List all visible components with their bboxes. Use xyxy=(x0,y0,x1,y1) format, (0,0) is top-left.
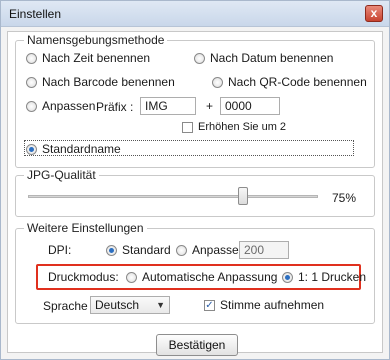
language-value: Deutsch xyxy=(95,298,140,312)
by-qrcode-label: Nach QR-Code benennen xyxy=(228,75,367,89)
radio-button-icon xyxy=(26,100,37,112)
naming-method-legend: Namensgebungsmethode xyxy=(24,33,168,47)
language-select[interactable]: Deutsch ▼ xyxy=(90,296,170,314)
radio-custom[interactable]: Anpassen xyxy=(26,99,95,113)
radio-dpi-standard[interactable]: Standard xyxy=(106,243,171,257)
print-mode-label: Druckmodus: xyxy=(48,270,119,284)
plus-label: + xyxy=(206,99,214,113)
dialog-body: Namensgebungsmethode Nach Zeit benennen … xyxy=(7,31,383,356)
radio-selected-icon xyxy=(282,271,293,283)
dpi-label: DPI: xyxy=(48,243,72,257)
prefix-input[interactable]: IMG xyxy=(140,97,196,115)
jpg-quality-value: 75% xyxy=(332,191,357,205)
radio-by-qrcode[interactable]: Nach QR-Code benennen xyxy=(212,75,367,89)
jpg-quality-slider-thumb[interactable] xyxy=(238,187,248,205)
radio-by-barcode[interactable]: Nach Barcode benennen xyxy=(26,75,175,89)
chevron-down-icon: ▼ xyxy=(156,300,165,310)
radio-print-auto[interactable]: Automatische Anpassung xyxy=(126,270,277,284)
increment-checkbox[interactable]: Erhöhen Sie um 2 xyxy=(182,121,286,133)
radio-by-date[interactable]: Nach Datum benennen xyxy=(194,51,333,65)
close-icon: x xyxy=(370,6,378,20)
radio-button-icon xyxy=(26,76,37,88)
naming-method-group: Namensgebungsmethode Nach Zeit benennen … xyxy=(15,33,375,168)
jpg-quality-slider-track[interactable] xyxy=(28,195,318,198)
default-name-label: Standardname xyxy=(42,142,121,156)
record-voice-checkbox[interactable]: ✓ Stimme aufnehmen xyxy=(204,298,324,312)
prefix-label: Präfix : xyxy=(96,100,134,114)
dpi-custom-label: Anpassen xyxy=(192,243,246,257)
close-button[interactable]: x xyxy=(365,5,383,22)
radio-dpi-custom[interactable]: Anpassen xyxy=(176,243,245,257)
by-date-label: Nach Datum benennen xyxy=(210,51,334,65)
more-settings-group: Weitere Einstellungen DPI: Standard Anpa… xyxy=(15,221,375,324)
radio-by-time[interactable]: Nach Zeit benennen xyxy=(26,51,150,65)
jpg-quality-group: JPG-Qualität 75% xyxy=(15,168,375,217)
dpi-standard-label: Standard xyxy=(122,243,171,257)
by-time-label: Nach Zeit benennen xyxy=(42,51,151,65)
dpi-input[interactable]: 200 xyxy=(239,241,289,259)
language-label: Sprache xyxy=(43,299,88,313)
print-one-to-one-label: 1: 1 Drucken xyxy=(298,270,367,284)
custom-label: Anpassen xyxy=(42,99,96,113)
radio-print-one-to-one[interactable]: 1: 1 Drucken xyxy=(282,270,366,284)
radio-default-name[interactable]: Standardname xyxy=(26,142,121,156)
more-settings-legend: Weitere Einstellungen xyxy=(24,221,147,235)
print-auto-label: Automatische Anpassung xyxy=(142,270,278,284)
window-title: Einstellen xyxy=(9,7,62,21)
radio-selected-icon xyxy=(106,244,117,256)
settings-window: Einstellen x Namensgebungsmethode Nach Z… xyxy=(0,0,390,360)
confirm-button[interactable]: Bestätigen xyxy=(156,334,238,356)
jpg-quality-legend: JPG-Qualität xyxy=(24,168,99,182)
radio-button-icon xyxy=(26,52,37,64)
by-barcode-label: Nach Barcode benennen xyxy=(42,75,175,89)
radio-button-icon xyxy=(176,244,187,256)
increment-label: Erhöhen Sie um 2 xyxy=(198,121,287,133)
checkbox-icon xyxy=(182,121,193,133)
radio-button-icon xyxy=(212,76,223,88)
title-bar: Einstellen x xyxy=(1,1,389,27)
record-voice-label: Stimme aufnehmen xyxy=(220,298,325,312)
counter-input[interactable]: 0000 xyxy=(220,97,280,115)
radio-selected-icon xyxy=(26,143,37,155)
checkbox-checked-icon: ✓ xyxy=(204,299,215,311)
radio-button-icon xyxy=(126,271,137,283)
radio-button-icon xyxy=(194,52,205,64)
